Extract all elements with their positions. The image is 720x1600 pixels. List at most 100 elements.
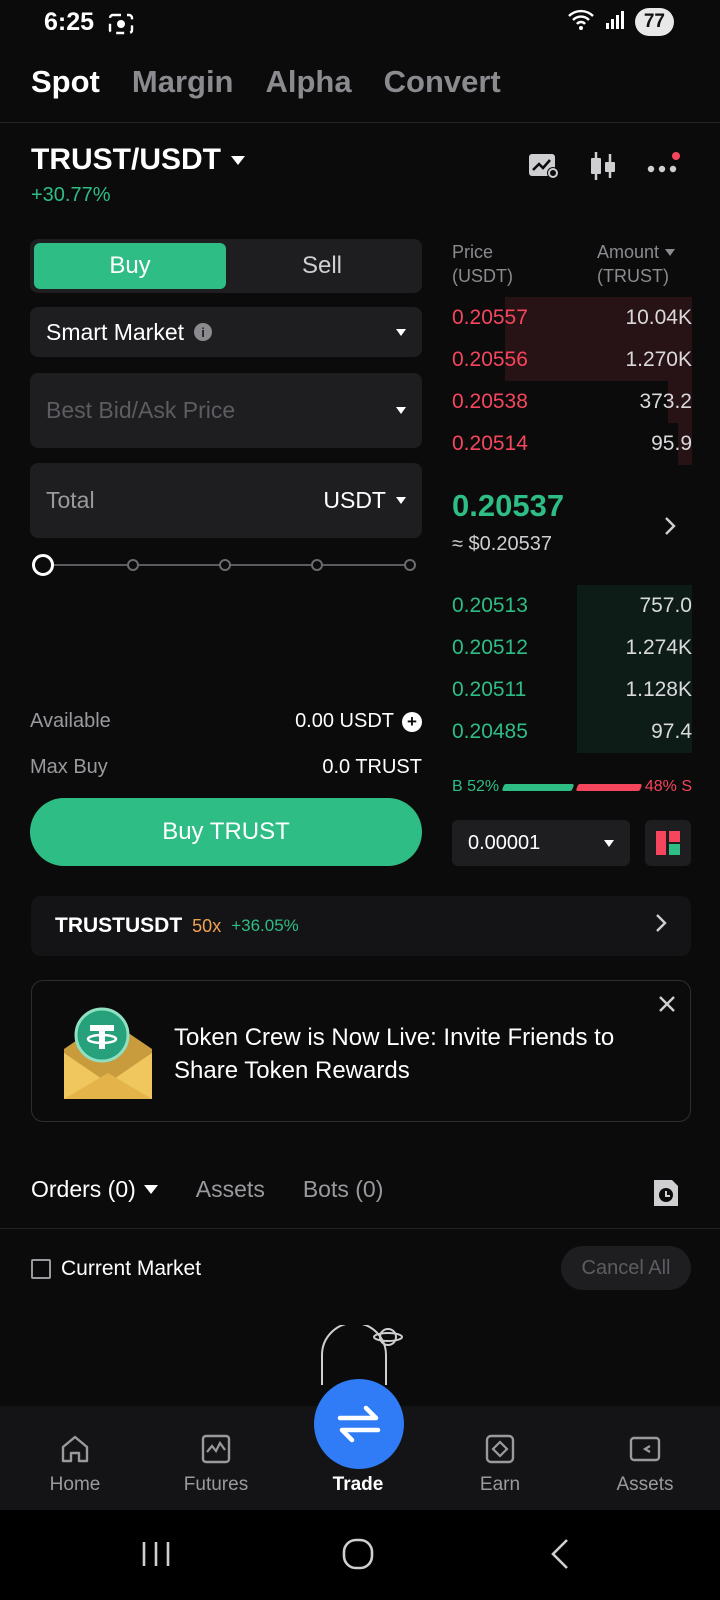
- total-unit: USDT: [323, 487, 386, 513]
- home-system-icon[interactable]: [342, 1538, 374, 1575]
- current-market-checkbox[interactable]: [31, 1259, 51, 1279]
- amount-slider[interactable]: [32, 554, 422, 576]
- nav-home[interactable]: Home: [15, 1434, 135, 1496]
- amount-column-header[interactable]: Amount (TRUST): [597, 240, 676, 288]
- slider-step-100[interactable]: [404, 559, 416, 571]
- buy-sell-toggle: Buy Sell: [30, 239, 422, 293]
- buy-tab[interactable]: Buy: [34, 243, 226, 289]
- orderbook-layout-button[interactable]: [645, 820, 691, 866]
- current-market-filter[interactable]: Current Market: [31, 1257, 201, 1281]
- last-price: 0.20537: [452, 488, 565, 523]
- ask-row[interactable]: 0.20557 10.04K: [452, 297, 692, 339]
- slider-step-75[interactable]: [311, 559, 323, 571]
- chart-settings-icon[interactable]: [528, 152, 560, 185]
- price-header-label: Price: [452, 242, 494, 262]
- nav-assets-label: Assets: [616, 1474, 674, 1495]
- futures-change: +36.05%: [231, 916, 299, 935]
- caret-down-icon: [143, 1185, 158, 1194]
- promo-banner[interactable]: Token Crew is Now Live: Invite Friends t…: [31, 980, 691, 1122]
- bid-row[interactable]: 0.20513 757.0: [452, 585, 692, 627]
- buy-submit-button[interactable]: Buy TRUST: [30, 798, 422, 866]
- sell-ratio: 48% S: [644, 778, 692, 795]
- total-field[interactable]: Total USDT: [30, 463, 422, 538]
- pair-selector[interactable]: TRUST/USDT: [31, 143, 245, 177]
- trade-button[interactable]: [314, 1379, 404, 1469]
- ask-price: 0.20514: [452, 432, 528, 455]
- caret-down-icon: [665, 248, 676, 256]
- chevron-right-icon[interactable]: [664, 516, 676, 541]
- bid-amount: 1.274K: [625, 636, 692, 659]
- ask-amount: 10.04K: [625, 306, 692, 329]
- bid-price: 0.20511: [452, 678, 527, 701]
- sell-ratio-bar: [575, 783, 643, 791]
- nav-futures[interactable]: Futures: [156, 1434, 276, 1496]
- system-nav-bar: [0, 1510, 720, 1600]
- slider-handle[interactable]: [32, 554, 54, 576]
- futures-link[interactable]: TRUSTUSDT 50x +36.05%: [31, 896, 691, 956]
- available-value: 0.00 USDT: [295, 710, 394, 732]
- bid-price: 0.20513: [452, 594, 528, 617]
- slider-step-25[interactable]: [127, 559, 139, 571]
- caret-down-icon: [231, 155, 245, 165]
- pair-change: +30.77%: [31, 184, 111, 206]
- add-funds-icon[interactable]: +: [402, 711, 422, 732]
- precision-value: 0.00001: [468, 831, 541, 854]
- caret-down-icon: [396, 407, 406, 414]
- ask-row[interactable]: 0.20538 373.2: [452, 381, 692, 423]
- bid-amount: 757.0: [639, 594, 692, 617]
- slider-step-50[interactable]: [219, 559, 231, 571]
- candlestick-icon[interactable]: [588, 150, 618, 187]
- info-icon[interactable]: i: [194, 323, 213, 341]
- bid-row[interactable]: 0.20512 1.274K: [452, 627, 692, 669]
- price-column-header: Price (USDT): [452, 240, 513, 288]
- ask-row[interactable]: 0.20514 95.9: [452, 423, 692, 465]
- tab-margin[interactable]: Margin: [132, 64, 234, 100]
- back-icon[interactable]: [550, 1538, 570, 1575]
- cancel-all-button[interactable]: Cancel All: [561, 1246, 691, 1290]
- screenshot-icon: [108, 12, 134, 41]
- wallet-icon: [629, 1436, 661, 1462]
- total-unit-select[interactable]: USDT: [323, 487, 406, 514]
- banner-text: Token Crew is Now Live: Invite Friends t…: [174, 1024, 615, 1084]
- buy-ratio-bar: [501, 783, 574, 791]
- recent-apps-icon[interactable]: [140, 1540, 172, 1573]
- nav-assets[interactable]: Assets: [585, 1434, 705, 1496]
- sell-tab[interactable]: Sell: [226, 243, 418, 289]
- ask-amount: 95.9: [651, 432, 692, 455]
- more-menu-icon[interactable]: [646, 151, 680, 186]
- price-field[interactable]: Best Bid/Ask Price: [30, 373, 422, 448]
- header-divider: [0, 122, 720, 123]
- futures-icon: [201, 1434, 231, 1464]
- layout-icon: [656, 831, 680, 855]
- pair-name: TRUST/USDT: [31, 143, 221, 176]
- bid-price: 0.20512: [452, 636, 528, 659]
- signal-icon: [605, 10, 625, 35]
- futures-leverage: 50x: [192, 915, 222, 936]
- price-placeholder: Best Bid/Ask Price: [46, 397, 236, 423]
- precision-select[interactable]: 0.00001: [452, 820, 630, 866]
- order-type-label: Smart Market: [46, 318, 185, 345]
- tab-assets[interactable]: Assets: [196, 1176, 265, 1203]
- nav-earn-label: Earn: [479, 1474, 521, 1495]
- order-history-icon[interactable]: [652, 1178, 680, 1213]
- home-icon: [61, 1435, 89, 1463]
- close-icon[interactable]: [658, 995, 676, 1018]
- order-type-select[interactable]: Smart Market i: [30, 307, 422, 357]
- tab-alpha[interactable]: Alpha: [266, 64, 352, 100]
- envelope-coin-icon: [62, 1003, 154, 1108]
- caret-down-icon: [396, 328, 406, 336]
- ask-row[interactable]: 0.20556 1.270K: [452, 339, 692, 381]
- tab-orders[interactable]: Orders (0): [31, 1176, 158, 1203]
- bid-row[interactable]: 0.20511 1.128K: [452, 669, 692, 711]
- bid-row[interactable]: 0.20485 97.4: [452, 711, 692, 753]
- bid-price: 0.20485: [452, 720, 528, 743]
- ask-amount: 1.270K: [625, 348, 692, 371]
- total-label: Total: [46, 487, 95, 513]
- nav-earn[interactable]: Earn: [440, 1434, 560, 1496]
- bid-amount: 1.128K: [625, 678, 692, 701]
- nav-home-label: Home: [49, 1474, 101, 1495]
- tab-convert[interactable]: Convert: [384, 64, 501, 100]
- swap-arrows-icon: [337, 1405, 381, 1443]
- tab-bots[interactable]: Bots (0): [303, 1176, 384, 1203]
- tab-spot[interactable]: Spot: [31, 64, 100, 100]
